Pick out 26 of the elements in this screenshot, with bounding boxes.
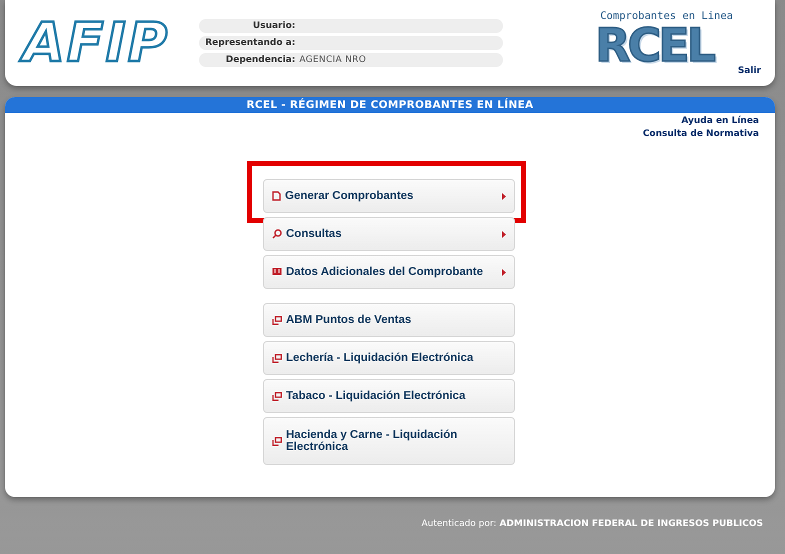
brand-logo: RCEL — [595, 22, 713, 68]
page-title: RCEL - RÉGIMEN DE COMPROBANTES EN LÍNEA — [5, 97, 775, 113]
menu-item[interactable]: Lechería - Liquidación Electrónica — [263, 341, 515, 375]
windows-icon — [272, 436, 282, 446]
help-link[interactable]: Consulta de Normativa — [642, 129, 759, 139]
footer-text: Autenticado por: ADMINISTRACION FEDERAL DE INGRESOS PUBLICOS — [420, 519, 764, 529]
search-icon — [272, 229, 282, 239]
form-icon — [272, 267, 282, 277]
menu-item[interactable]: Datos Adicionales del Comprobante — [263, 255, 515, 289]
document-icon — [272, 191, 281, 201]
field-label: Representando a: — [204, 38, 296, 48]
brand-caption: Comprobantes en Linea — [600, 10, 733, 22]
menu-item[interactable]: ABM Puntos de Ventas — [263, 303, 515, 337]
windows-icon — [272, 392, 282, 400]
logo: AFIP — [19, 10, 182, 76]
menu-item[interactable]: Tabaco - Liquidación Electrónica — [263, 379, 515, 413]
help-link[interactable]: Ayuda en Línea — [681, 116, 759, 126]
field-value: AGENCIA NRO — [299, 55, 366, 65]
windows-icon — [272, 354, 282, 362]
menu-item[interactable]: Generar Comprobantes — [263, 179, 515, 213]
field-label: Dependencia: — [224, 55, 296, 65]
menu-item[interactable]: Consultas — [263, 217, 515, 251]
field-label: Usuario: — [252, 21, 296, 31]
windows-icon — [272, 316, 282, 324]
menu-item[interactable]: Hacienda y Carne - Liquidación Electrónica — [263, 417, 515, 465]
logout-link[interactable]: Salir — [738, 66, 761, 76]
